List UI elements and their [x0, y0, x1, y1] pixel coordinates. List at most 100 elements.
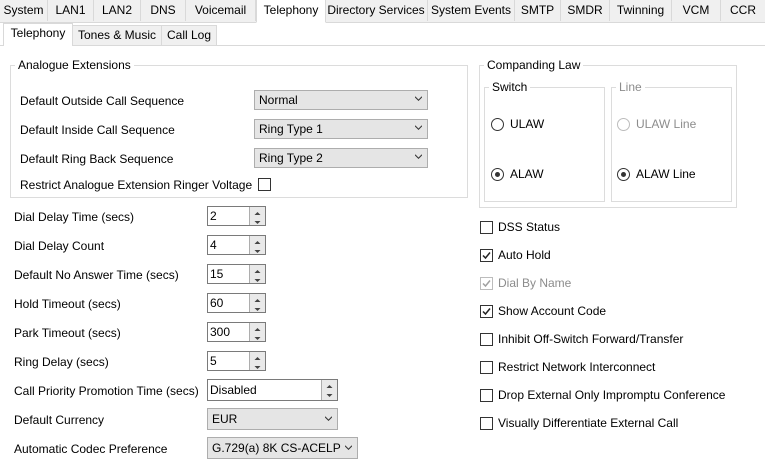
- dial-by-name-checkbox[interactable]: [480, 277, 493, 290]
- dial-delay-count-spinner[interactable]: [207, 235, 266, 255]
- spinner-buttons: [249, 323, 265, 341]
- dial-delay-count-input[interactable]: [210, 237, 245, 253]
- tab-lan1[interactable]: LAN1: [48, 0, 94, 21]
- hold-timeout-input[interactable]: [210, 295, 245, 311]
- line-alaw-radio[interactable]: [617, 168, 630, 181]
- arrow-down-icon: [326, 394, 333, 397]
- checkmark-icon: [482, 308, 491, 316]
- switch-legend: Switch: [492, 80, 528, 94]
- restrict-ringer-voltage-checkbox[interactable]: [258, 178, 271, 191]
- chevron-down-icon: [325, 416, 332, 421]
- dial-delay-time-input[interactable]: [210, 208, 245, 224]
- ring-delay-input[interactable]: [210, 353, 245, 369]
- inside-call-seq-select[interactable]: Ring Type 1: [254, 119, 428, 139]
- radio-dot: [495, 172, 500, 177]
- show-account-code-label: Show Account Code: [498, 304, 607, 318]
- switch-ulaw-radio[interactable]: [491, 118, 504, 131]
- default-currency-value: EUR: [212, 412, 238, 426]
- top-tab-bar: System LAN1 LAN2 DNS Voicemail Telephony…: [0, 0, 765, 23]
- switch-alaw-radio[interactable]: [491, 168, 504, 181]
- analogue-extensions-legend: Analogue Extensions: [18, 58, 131, 72]
- park-timeout-input[interactable]: [210, 324, 245, 340]
- ring-delay-label: Ring Delay (secs): [14, 355, 109, 369]
- no-answer-time-input[interactable]: [210, 266, 245, 282]
- tab-voicemail[interactable]: Voicemail: [186, 0, 256, 21]
- tab-system-events[interactable]: System Events: [428, 0, 515, 21]
- companding-law-legend: Companding Law: [487, 58, 581, 72]
- drop-external-label: Drop External Only Impromptu Conference: [498, 388, 726, 402]
- line-ulaw-radio[interactable]: [617, 118, 630, 131]
- no-answer-time-spinner[interactable]: [207, 264, 266, 284]
- ring-delay-spinner[interactable]: [207, 351, 266, 371]
- arrow-down-icon: [254, 337, 261, 340]
- subtab-tones-music[interactable]: Tones & Music: [72, 25, 162, 45]
- spin-down-button[interactable]: [322, 390, 337, 400]
- spinner-buttons: [249, 236, 265, 254]
- park-timeout-spinner[interactable]: [207, 322, 266, 342]
- priority-promotion-input[interactable]: [210, 382, 317, 398]
- default-currency-select[interactable]: EUR: [207, 408, 338, 430]
- line-alaw-label: ALAW Line: [636, 167, 696, 181]
- priority-promotion-spinner[interactable]: [207, 379, 338, 401]
- visually-differentiate-label: Visually Differentiate External Call: [498, 416, 679, 430]
- line-group: Line: [611, 80, 732, 202]
- subtab-telephony[interactable]: Telephony: [3, 23, 73, 46]
- arrow-down-icon: [254, 366, 261, 369]
- ring-back-seq-label: Default Ring Back Sequence: [20, 152, 174, 166]
- tab-lan2[interactable]: LAN2: [94, 0, 141, 21]
- tab-smtp[interactable]: SMTP: [515, 0, 561, 21]
- restrict-network-label: Restrict Network Interconnect: [498, 360, 656, 374]
- codec-preference-label: Automatic Codec Preference: [14, 442, 168, 456]
- outside-call-seq-select[interactable]: Normal: [254, 90, 428, 110]
- tab-system[interactable]: System: [0, 0, 48, 21]
- tab-dns[interactable]: DNS: [141, 0, 186, 21]
- checkmark-icon: [482, 252, 491, 260]
- auto-hold-checkbox[interactable]: [480, 249, 493, 262]
- dss-status-checkbox[interactable]: [480, 221, 493, 234]
- inside-call-seq-label: Default Inside Call Sequence: [20, 123, 175, 137]
- outside-call-seq-label: Default Outside Call Sequence: [20, 94, 185, 108]
- tab-smdr[interactable]: SMDR: [561, 0, 610, 21]
- line-ulaw-label: ULAW Line: [636, 117, 697, 131]
- spin-down-button[interactable]: [250, 303, 265, 312]
- inhibit-offswitch-checkbox[interactable]: [480, 333, 493, 346]
- arrow-down-icon: [254, 308, 261, 311]
- tab-ccr[interactable]: CCR: [721, 0, 765, 21]
- visually-differentiate-checkbox[interactable]: [480, 417, 493, 430]
- no-answer-time-label: Default No Answer Time (secs): [14, 268, 179, 282]
- arrow-down-icon: [254, 250, 261, 253]
- show-account-code-checkbox[interactable]: [480, 305, 493, 318]
- switch-alaw-label: ALAW: [510, 167, 544, 181]
- tab-vcm[interactable]: VCM: [672, 0, 721, 21]
- hold-timeout-label: Hold Timeout (secs): [14, 297, 121, 311]
- ring-back-seq-select[interactable]: Ring Type 2: [254, 148, 428, 168]
- outside-call-seq-value: Normal: [259, 93, 298, 107]
- subtab-call-log[interactable]: Call Log: [161, 25, 217, 45]
- auto-hold-label: Auto Hold: [498, 248, 551, 262]
- tab-twinning[interactable]: Twinning: [610, 0, 672, 21]
- chevron-down-icon: [345, 445, 352, 450]
- spin-down-button[interactable]: [250, 245, 265, 254]
- spin-down-button[interactable]: [250, 332, 265, 341]
- spin-down-button[interactable]: [250, 274, 265, 283]
- priority-promotion-label: Call Priority Promotion Time (secs): [14, 384, 199, 398]
- inside-call-seq-value: Ring Type 1: [259, 122, 323, 136]
- park-timeout-label: Park Timeout (secs): [14, 326, 121, 340]
- dial-delay-time-spinner[interactable]: [207, 206, 266, 226]
- spinner-buttons: [321, 380, 337, 400]
- ring-back-seq-value: Ring Type 2: [259, 151, 323, 165]
- tab-directory-services[interactable]: Directory Services: [325, 0, 428, 21]
- restrict-ringer-voltage-label: Restrict Analogue Extension Ringer Volta…: [20, 178, 253, 192]
- checkmark-icon: [482, 280, 491, 288]
- sub-tab-bar: Telephony Tones & Music Call Log: [0, 23, 765, 46]
- restrict-network-checkbox[interactable]: [480, 361, 493, 374]
- switch-group: Switch: [484, 80, 605, 202]
- spin-down-button[interactable]: [250, 361, 265, 370]
- spinner-buttons: [249, 352, 265, 370]
- drop-external-checkbox[interactable]: [480, 389, 493, 402]
- tab-telephony[interactable]: Telephony: [256, 0, 326, 23]
- codec-preference-select[interactable]: G.729(a) 8K CS-ACELP: [207, 437, 358, 459]
- switch-ulaw-label: ULAW: [510, 117, 545, 131]
- hold-timeout-spinner[interactable]: [207, 293, 266, 313]
- spin-down-button[interactable]: [250, 216, 265, 225]
